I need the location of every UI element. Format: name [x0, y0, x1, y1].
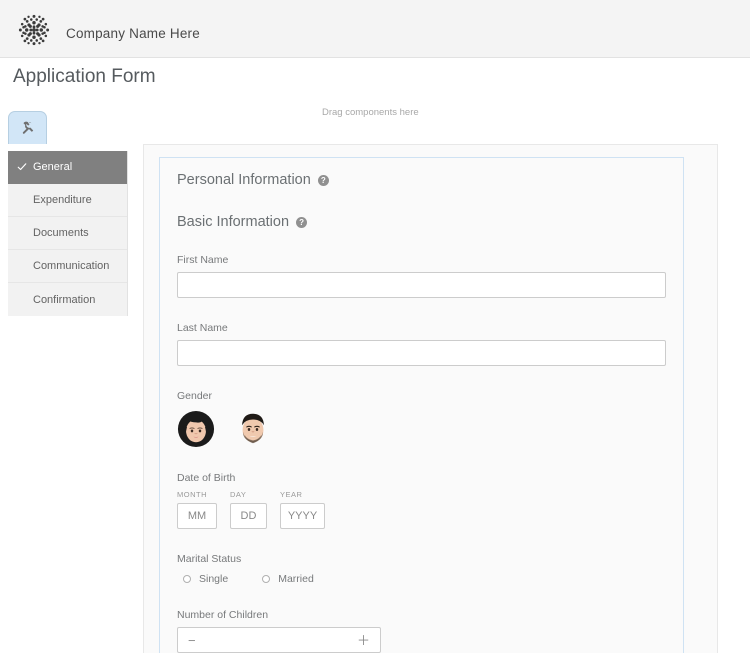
dob-month-input[interactable]	[177, 503, 217, 529]
radio-label: Single	[199, 573, 229, 585]
minus-icon[interactable]: −	[188, 634, 196, 647]
question-mark-icon[interactable]: ?	[296, 216, 308, 228]
dob-month-group: MONTH	[177, 490, 217, 529]
dob-year-caption: YEAR	[280, 490, 303, 499]
dot-circle-logo	[18, 14, 50, 46]
section-title-text: Personal Information	[177, 172, 311, 188]
sidebar-item-documents[interactable]: Documents	[8, 217, 127, 250]
marital-status-options: Single Married	[177, 573, 666, 585]
section-title-basic-information: Basic Information ?	[177, 214, 666, 230]
question-mark-icon[interactable]: ?	[317, 174, 329, 186]
number-of-children-label: Number of Children	[177, 609, 269, 621]
personal-information-panel: Personal Information ? Basic Information…	[159, 157, 684, 653]
subsection-title-text: Basic Information	[177, 214, 290, 230]
date-of-birth-label: Date of Birth	[177, 472, 236, 484]
marital-status-married[interactable]: Married	[262, 573, 314, 585]
company-name: Company Name Here	[66, 26, 200, 41]
gender-options	[177, 410, 666, 448]
sidebar-item-expenditure[interactable]: Expenditure	[8, 184, 127, 217]
gender-label: Gender	[177, 390, 213, 402]
radio-icon	[262, 575, 271, 583]
drag-components-hint: Drag components here	[322, 107, 419, 118]
tool-tab[interactable]	[8, 111, 47, 144]
number-of-children-stepper[interactable]: − ＋	[177, 627, 381, 653]
sidebar-item-label: Communication	[33, 260, 110, 272]
last-name-input[interactable]	[177, 340, 666, 366]
first-name-input[interactable]	[177, 272, 666, 298]
sidebar-item-label: Documents	[33, 227, 89, 239]
dob-month-caption: MONTH	[177, 490, 207, 499]
check-icon	[17, 163, 27, 171]
sidebar-item-label: Expenditure	[33, 194, 92, 206]
page-title: Application Form	[13, 66, 156, 87]
brand-bar: Company Name Here	[0, 0, 750, 58]
sidebar-nav: General Expenditure Documents Communicat…	[8, 151, 128, 316]
sidebar-item-label: Confirmation	[33, 293, 96, 306]
radio-icon	[183, 575, 191, 583]
marital-status-label: Marital Status	[177, 553, 242, 565]
date-of-birth-inputs: MONTH DAY YEAR	[177, 490, 666, 529]
first-name-label: First Name	[177, 254, 229, 266]
sidebar-item-general[interactable]: General	[8, 151, 127, 184]
section-title-personal-information: Personal Information ?	[177, 172, 666, 188]
radio-label: Married	[278, 573, 314, 585]
marital-status-single[interactable]: Single	[183, 573, 228, 585]
dob-year-group: YEAR	[280, 490, 325, 529]
man-face-icon[interactable]	[234, 410, 272, 448]
dob-day-group: DAY	[230, 490, 267, 529]
woman-face-icon[interactable]	[177, 410, 215, 448]
dob-day-input[interactable]	[230, 503, 267, 529]
last-name-label: Last Name	[177, 322, 228, 334]
wrench-icon	[22, 121, 33, 134]
sidebar-item-communication[interactable]: Communication	[8, 250, 127, 283]
sidebar-item-confirmation[interactable]: Confirmation	[8, 283, 127, 316]
dob-year-input[interactable]	[280, 503, 325, 529]
plus-icon[interactable]: ＋	[357, 634, 370, 647]
sidebar-item-label: General	[33, 161, 73, 173]
dob-day-caption: DAY	[230, 490, 247, 499]
